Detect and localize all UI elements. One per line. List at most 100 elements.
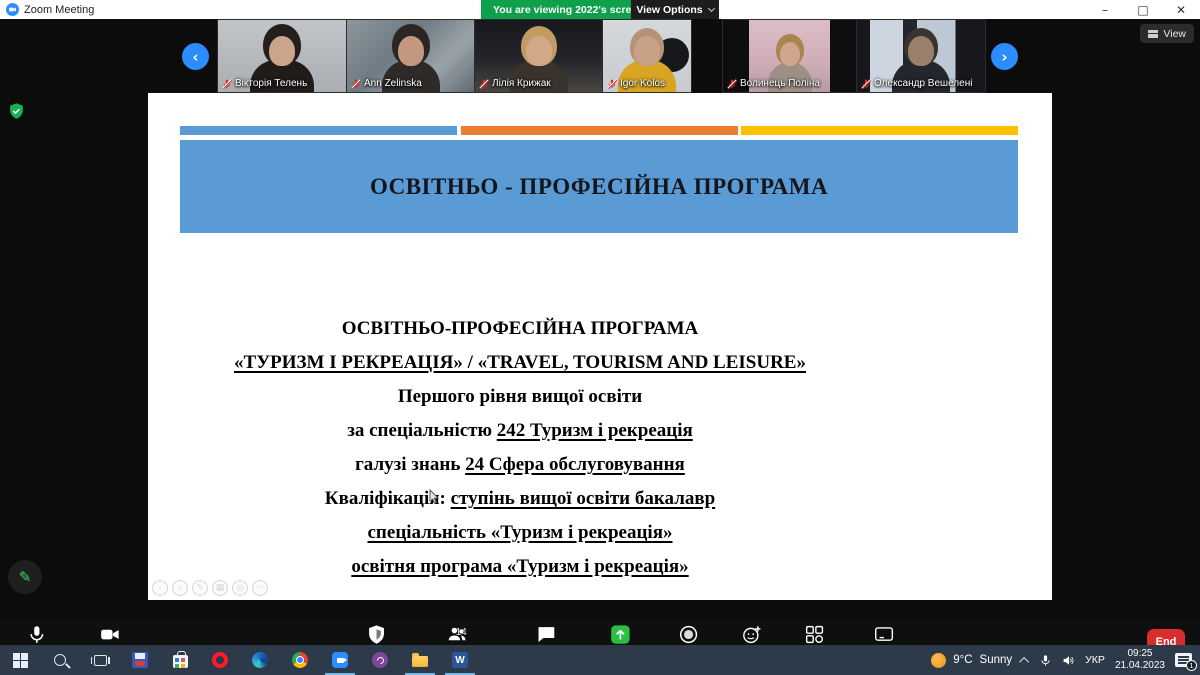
slide-text-line: Першого рівня вищої освіти [148, 380, 892, 414]
shield-icon [367, 623, 388, 646]
file-explorer-icon [412, 656, 428, 667]
slide-title-box: ОСВІТНЬО - ПРОФЕСІЙНА ПРОГРАМА [180, 140, 1018, 233]
participant-silhouette [526, 36, 552, 66]
video-thumbnail-strip: Вікторія Телень Ann Zelinska Лілія Крижа… [0, 20, 1200, 93]
taskbar-app-floppy[interactable] [120, 645, 160, 675]
windows-taskbar: W 9°C Sunny УКР 09:25 21.04.2023 1 [0, 645, 1200, 675]
participant-silhouette [398, 36, 424, 66]
opera-icon [212, 652, 228, 668]
view-layout-button[interactable]: View [1140, 24, 1194, 43]
slide-text-line: за спеціальністю 242 Туризм і рекреація [148, 414, 892, 448]
slide-text-line: Кваліфікація: ступінь вищої освіти бакал… [148, 482, 892, 516]
view-options-button[interactable]: View Options [631, 0, 719, 19]
mic-muted-icon [727, 79, 737, 89]
taskbar-app-store[interactable] [160, 645, 200, 675]
strip-prev-button[interactable]: ‹ [182, 43, 209, 70]
smiley-icon [741, 623, 762, 646]
zoom-slide-button[interactable]: ◎ [232, 580, 248, 596]
whiteboard-icon [873, 623, 894, 646]
tray-microphone-icon[interactable] [1039, 654, 1052, 667]
participant-silhouette [908, 36, 934, 66]
windows-logo-icon [13, 653, 28, 668]
mic-muted-icon [479, 79, 489, 89]
presentation-controls: ‹ › ✎ ▦ ◎ ⋯ [152, 580, 268, 596]
participant-video[interactable]: Лілія Крижак [475, 20, 602, 92]
share-screen-icon [610, 623, 631, 646]
strip-next-button[interactable]: › [991, 43, 1018, 70]
chrome-icon [292, 652, 308, 668]
participant-name-tag: Вікторія Телень [222, 78, 307, 89]
taskbar-app-explorer[interactable] [400, 645, 440, 675]
apps-icon [805, 623, 826, 646]
microphone-icon [27, 623, 48, 646]
tray-date: 21.04.2023 [1115, 660, 1165, 672]
maximize-button[interactable]: □ [1124, 0, 1162, 19]
participant-video[interactable]: Олександр Вешелені [857, 20, 985, 92]
taskbar-app-chrome[interactable] [280, 645, 320, 675]
record-icon [678, 623, 699, 646]
participant-silhouette [634, 36, 660, 66]
pen-tool-button[interactable]: ✎ [192, 580, 208, 596]
taskbar-app-opera[interactable] [200, 645, 240, 675]
notification-badge: 1 [1186, 660, 1197, 671]
participant-video[interactable]: Ann Zelinska [347, 20, 474, 92]
clock-widget[interactable]: 09:25 21.04.2023 [1115, 648, 1165, 672]
slide-title: ОСВІТНЬО - ПРОФЕСІЙНА ПРОГРАМА [370, 174, 828, 200]
tray-volume-icon[interactable] [1062, 654, 1075, 667]
minimize-button[interactable]: – [1086, 0, 1124, 19]
word-icon: W [452, 652, 468, 668]
camera-icon [100, 623, 121, 646]
participant-silhouette [269, 36, 295, 66]
pencil-icon: ✎ [19, 568, 32, 586]
sun-icon [931, 653, 946, 668]
prev-slide-button[interactable]: ‹ [152, 580, 168, 596]
start-button[interactable] [0, 645, 40, 675]
slide-text-line: ОСВІТНЬО-ПРОФЕСІЙНА ПРОГРАМА [148, 312, 892, 346]
slide-text-segment: Першого рівня вищої освіти [398, 386, 642, 407]
participant-name-tag: Ann Zelinska [351, 78, 422, 89]
shared-screen-slide: ОСВІТНЬО - ПРОФЕСІЙНА ПРОГРАМА ОСВІТНЬО-… [148, 93, 1052, 600]
taskbar-app-word[interactable]: W [440, 645, 480, 675]
participant-name-tag: Igor Kolos [607, 78, 665, 89]
participant-name: Ann Zelinska [364, 78, 422, 89]
hidden-icons-chevron[interactable] [1019, 656, 1029, 666]
participant-video[interactable]: Igor Kolos [603, 20, 691, 92]
task-view-button[interactable] [80, 645, 120, 675]
participant-video[interactable]: Вікторія Телень [218, 20, 346, 92]
task-view-icon [94, 655, 107, 666]
annotate-pencil-button[interactable]: ✎ [8, 560, 42, 594]
slide-text-segment: освітня програма «Туризм і рекреація» [351, 556, 688, 577]
notification-center-button[interactable]: 1 [1175, 653, 1192, 667]
gallery-grid-icon [1148, 30, 1158, 38]
participant-video[interactable]: Волинець Поліна [723, 20, 856, 92]
encryption-shield-icon[interactable] [8, 102, 25, 120]
share-banner: You are viewing 2022's screen [481, 0, 656, 19]
microsoft-store-icon [173, 655, 188, 668]
mic-muted-icon [607, 79, 617, 89]
all-slides-button[interactable]: ▦ [212, 580, 228, 596]
taskbar-search-button[interactable] [40, 645, 80, 675]
slide-text-segment: спеціальність «Туризм і рекреація» [368, 522, 673, 543]
participant-name: Олександр Вешелені [874, 78, 972, 89]
mic-muted-icon [861, 79, 871, 89]
participant-name: Лілія Крижак [492, 78, 551, 89]
close-button[interactable]: ✕ [1162, 0, 1200, 19]
viber-icon [372, 652, 388, 668]
more-options-button[interactable]: ⋯ [252, 580, 268, 596]
search-icon [54, 654, 66, 666]
taskbar-app-zoom[interactable] [320, 645, 360, 675]
taskbar-app-viber[interactable] [360, 645, 400, 675]
slide-text-segment: ступінь вищої освіти бакалавр [451, 488, 716, 509]
meeting-content-area: Вікторія Телень Ann Zelinska Лілія Крижа… [0, 19, 1200, 645]
next-slide-button[interactable]: › [172, 580, 188, 596]
language-indicator[interactable]: УКР [1085, 654, 1105, 666]
taskbar-app-edge[interactable] [240, 645, 280, 675]
slide-accent-bar-yellow [741, 126, 1018, 135]
participant-silhouette [780, 42, 800, 66]
slide-text-segment: ОСВІТНЬО-ПРОФЕСІЙНА ПРОГРАМА [342, 318, 699, 339]
participant-name: Igor Kolos [620, 78, 665, 89]
participant-name-tag: Олександр Вешелені [861, 78, 972, 89]
chat-bubble-icon [536, 623, 557, 646]
slide-accent-bar-blue [180, 126, 457, 135]
weather-widget[interactable]: 9°C Sunny [931, 653, 1012, 668]
